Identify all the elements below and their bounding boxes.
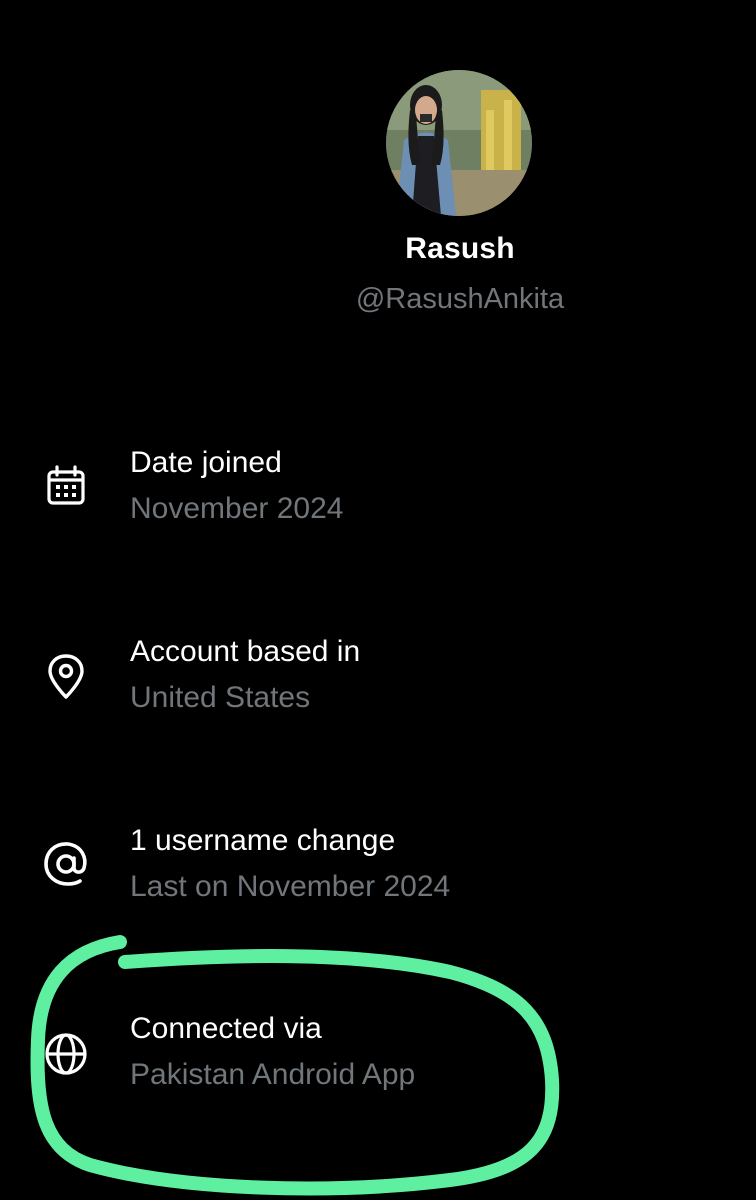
username-change-label: 1 username change [130,824,396,857]
connected-via-label: Connected via [130,1012,322,1045]
avatar-photo [386,70,532,216]
at-sign-icon [40,838,92,890]
date-joined-value: November 2024 [130,492,344,525]
account-based-in-value: United States [130,681,311,714]
about-account-screen: Rasush @RasushAnkita Date joined Novembe… [0,0,756,1200]
info-row-username-change: 1 username change Last on November 2024 [0,824,756,924]
connected-via-value: Pakistan Android App [130,1058,416,1091]
globe-icon [40,1028,92,1080]
profile-avatar[interactable] [386,70,532,216]
info-row-account-based-in: Account based in United States [0,635,756,735]
location-pin-icon [40,651,92,703]
username-change-value: Last on November 2024 [130,870,451,903]
info-row-connected-via: Connected via Pakistan Android App [0,1012,756,1112]
calendar-icon [40,460,92,512]
account-based-in-label: Account based in [130,635,361,668]
info-row-date-joined: Date joined November 2024 [0,446,756,546]
profile-display-name: Rasush [405,232,515,265]
date-joined-label: Date joined [130,446,282,479]
profile-handle: @RasushAnkita [355,283,565,315]
